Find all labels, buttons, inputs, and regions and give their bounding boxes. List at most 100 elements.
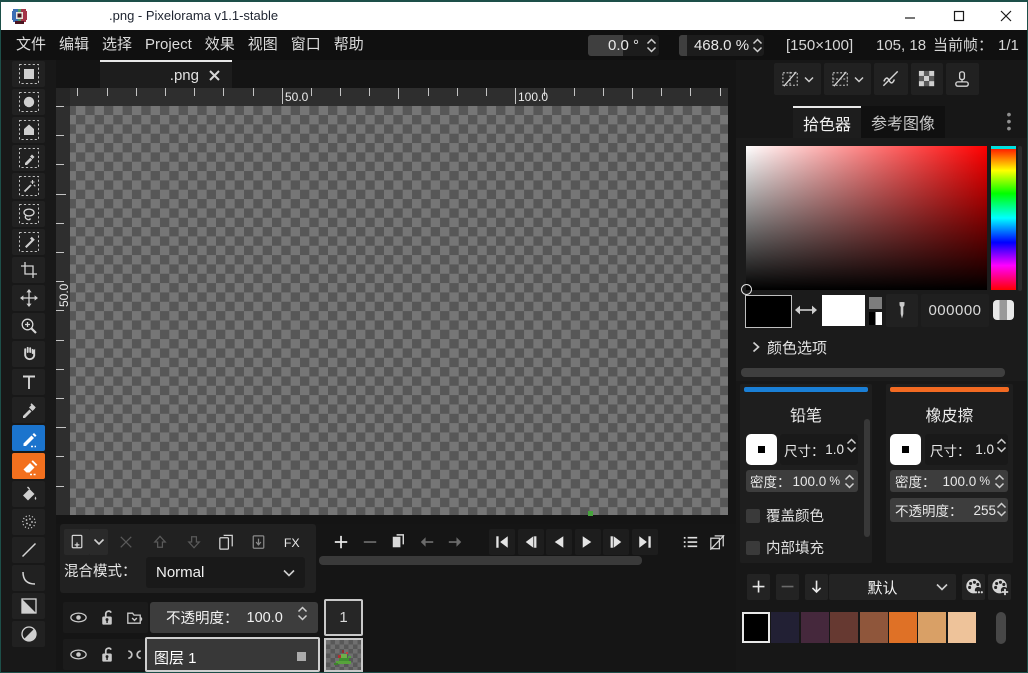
right-color-swatch[interactable] [822,295,865,326]
layer-opacity-slider[interactable]: 不透明度： 100.0 [150,602,318,633]
blend-mode-dropdown[interactable]: Normal [146,557,305,588]
maximize-button[interactable] [936,2,981,30]
pencil-panel-scrollbar[interactable] [864,419,870,537]
tool-crop[interactable] [12,257,45,283]
onion-skinning-button[interactable] [705,529,729,555]
remove-frame-button[interactable] [360,529,381,555]
palette-swatch-1[interactable] [771,612,799,643]
tab-reference-images[interactable]: 参考图像 [861,106,945,138]
tool-bucket[interactable] [12,481,45,507]
add-frame-button[interactable] [331,529,352,555]
layer-1-button[interactable]: 图层 1 [145,637,320,672]
minimize-button[interactable] [887,2,932,30]
pencil-brush-button[interactable] [746,434,777,465]
hue-slider[interactable] [991,146,1016,290]
zoom-spinner[interactable] [752,38,763,53]
pencil-density-slider[interactable]: 密度： 100.0 % [746,470,858,492]
previous-frame-button[interactable] [518,529,544,555]
vertical-ruler[interactable]: 50.0 [56,106,70,515]
palette-add-button[interactable] [988,574,1011,600]
tab-color-picker[interactable]: 拾色器 [793,106,861,138]
pencil-density-spinner[interactable] [844,474,855,489]
sort-palette-button[interactable] [805,574,828,600]
frame-button-1[interactable]: 1 [324,599,363,636]
play-backwards-button[interactable] [546,529,572,555]
close-button[interactable] [983,2,1028,30]
tool-ellipse[interactable] [12,621,45,647]
menu-project[interactable]: Project [145,30,192,60]
tab-png[interactable]: .png [100,60,232,88]
picker-vertical-scrollbar[interactable] [1018,146,1022,291]
play-forward-button[interactable] [575,529,601,555]
tool-paint-select[interactable] [12,229,45,255]
layer1-linked-button[interactable] [122,642,147,667]
tool-pan[interactable] [12,341,45,367]
palette-swatch-0[interactable] [742,612,770,643]
tool-color-select[interactable] [12,145,45,171]
pencil-size-spinner[interactable] [846,438,857,453]
tool-rect-select[interactable] [12,61,45,87]
timeline-scrollbar[interactable] [319,556,642,565]
mirror-vertical-button[interactable] [824,63,871,95]
tool-polygon-select[interactable] [12,117,45,143]
clone-frame-button[interactable] [388,529,409,555]
palette-swatch-3[interactable] [830,612,858,643]
palette-swatch-4[interactable] [860,612,888,643]
remove-layer-button[interactable] [114,530,138,554]
pencil-overwrite-checkbox[interactable]: 覆盖颜色 [746,505,824,526]
menu-window[interactable]: 窗口 [291,30,321,60]
swap-colors-button[interactable] [793,303,819,317]
screen-color-picker-button[interactable] [886,294,918,327]
saturation-value-box[interactable] [746,146,987,290]
tool-magic-wand[interactable] [12,173,45,199]
eraser-brush-button[interactable] [890,434,921,465]
move-frame-left-button[interactable] [417,529,438,555]
layer1-lock-button[interactable] [95,642,119,667]
tab-menu-icon[interactable]: ••• [1004,111,1014,133]
picker-horizontal-scrollbar[interactable] [741,368,1005,377]
layer1-visibility-button[interactable] [66,642,90,667]
move-layer-up-button[interactable] [148,530,172,554]
move-frame-right-button[interactable] [445,529,466,555]
palette-more-button[interactable] [962,574,985,600]
eraser-density-spinner[interactable] [994,474,1005,489]
layer-opacity-spinner[interactable] [297,606,308,621]
palette-swatch-7[interactable] [948,612,976,643]
go-first-frame-button[interactable] [489,529,515,555]
color-mode-button[interactable] [993,300,1014,320]
tab-close-icon[interactable] [208,69,221,82]
rotation-spinner[interactable] [646,38,657,53]
dynamics-button[interactable] [946,63,979,95]
hex-color-field[interactable]: 000000 [921,294,989,327]
alpha-lock-button[interactable] [911,63,943,95]
menu-help[interactable]: 帮助 [334,30,364,60]
tool-rectangle[interactable] [12,593,45,619]
clone-layer-button[interactable] [214,530,238,554]
cel-thumbnail[interactable] [324,638,363,672]
fx-button[interactable]: FX [279,530,303,554]
palette-dropdown[interactable]: 默认 [829,574,956,600]
cel-view-button[interactable] [678,529,702,555]
tool-curve[interactable] [12,565,45,591]
pencil-fill-inside-checkbox[interactable]: 内部填充 [746,537,824,558]
menu-file[interactable]: 文件 [16,30,46,60]
canvas[interactable] [70,106,728,515]
remove-swatch-button[interactable] [776,574,799,600]
tool-move[interactable] [12,285,45,311]
mirror-horizontal-button[interactable] [774,63,821,95]
tool-eraser[interactable] [12,453,45,479]
tool-ellipse-select[interactable] [12,89,45,115]
tool-text[interactable] [12,369,45,395]
layer-lock-button[interactable] [95,605,119,630]
eraser-density-slider[interactable]: 密度： 100.0 % [890,470,1008,492]
merge-down-button[interactable] [246,530,270,554]
layer-visibility-button[interactable] [66,605,90,630]
palette-swatch-2[interactable] [801,612,829,643]
tool-line[interactable] [12,537,45,563]
go-last-frame-button[interactable] [632,529,658,555]
tool-zoom[interactable] [12,313,45,339]
next-frame-button[interactable] [603,529,629,555]
menu-view[interactable]: 视图 [248,30,278,60]
layer-expand-handle[interactable] [297,652,306,661]
menu-select[interactable]: 选择 [102,30,132,60]
